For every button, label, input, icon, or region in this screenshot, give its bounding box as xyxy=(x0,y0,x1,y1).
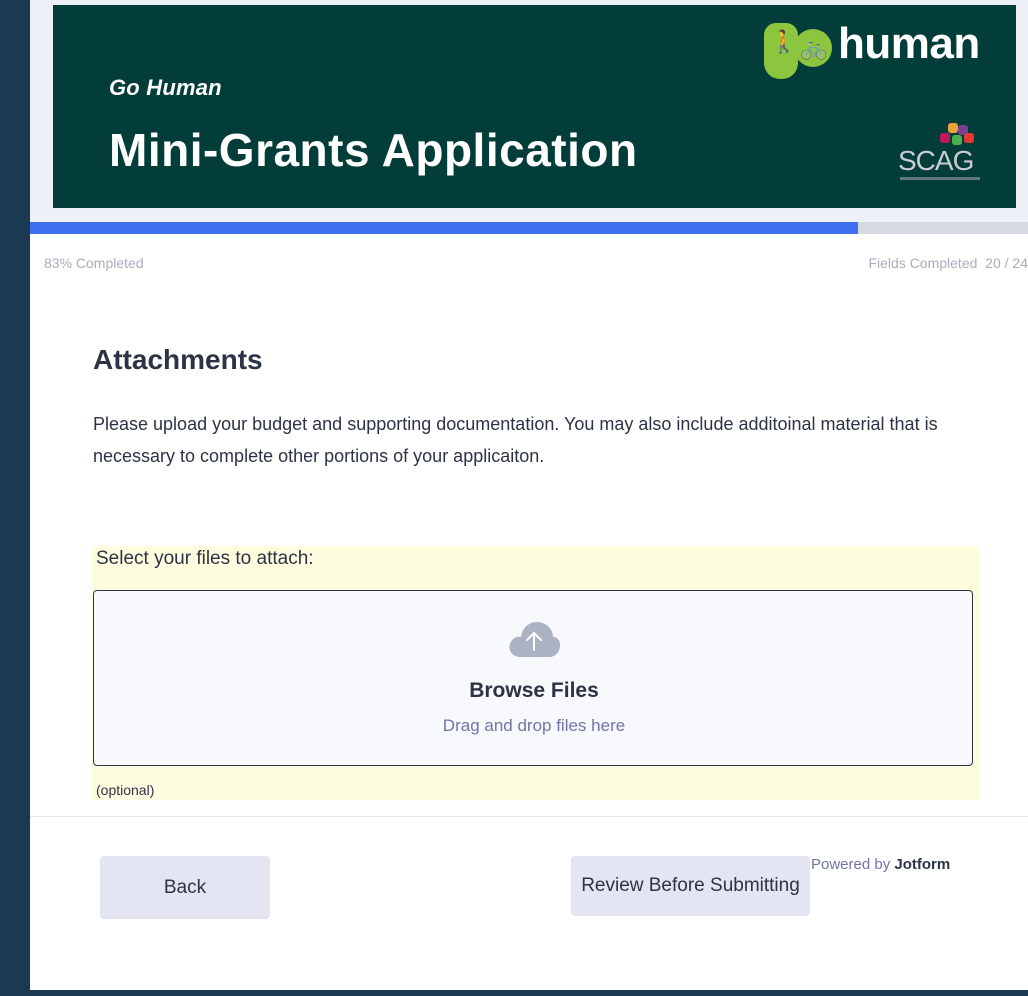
upload-label: Select your files to attach: xyxy=(96,548,314,569)
header-area: 🚶 🚲 human Go Human Mini-Grants Applicati… xyxy=(30,0,1028,222)
powered-by-text: Powered by xyxy=(811,856,891,873)
page-title: Mini-Grants Application xyxy=(109,124,638,176)
form-card: 83% Completed Fields Completed 20 / 24 A… xyxy=(30,234,1028,990)
logo-g-mark: 🚶 xyxy=(764,23,798,79)
progress-bar xyxy=(30,222,1028,234)
scag-logo: SCAG xyxy=(898,123,988,183)
percent-completed-label: 83% Completed xyxy=(44,255,144,271)
jotform-brand: Jotform xyxy=(894,856,951,873)
banner-subtitle: Go Human xyxy=(109,75,222,100)
file-upload-field: Select your files to attach: Browse File… xyxy=(92,546,980,800)
cloud-upload-icon xyxy=(509,622,561,657)
go-human-logo: 🚶 🚲 human xyxy=(764,19,1004,85)
scag-wordmark: SCAG xyxy=(898,145,974,176)
drag-drop-hint: Drag and drop files here xyxy=(442,716,626,735)
section-title: Attachments xyxy=(93,344,263,375)
progress-bar-fill xyxy=(30,222,859,234)
fields-completed-value: 20 / 24 xyxy=(985,255,1028,271)
review-before-submitting-button[interactable]: Review Before Submitting xyxy=(571,856,810,916)
optional-note: (optional) xyxy=(96,782,155,798)
fields-completed-text: Fields Completed xyxy=(868,255,978,271)
powered-by-jotform[interactable]: Powered by Jotform xyxy=(811,856,950,873)
scag-tagline xyxy=(900,177,980,180)
back-button[interactable]: Back xyxy=(100,856,270,919)
footer-divider xyxy=(30,816,1028,817)
section-description: Please upload your budget and supporting… xyxy=(93,414,938,466)
logo-o-mark: 🚲 xyxy=(794,29,832,67)
logo-wordmark: human xyxy=(838,19,980,68)
fields-completed-label: Fields Completed 20 / 24 xyxy=(868,255,1028,271)
bicycle-icon: 🚲 xyxy=(800,35,828,60)
header-banner: 🚶 🚲 human Go Human Mini-Grants Applicati… xyxy=(53,5,1016,208)
file-dropzone[interactable]: Browse Files Drag and drop files here xyxy=(93,590,973,766)
form-page: 🚶 🚲 human Go Human Mini-Grants Applicati… xyxy=(30,0,1028,990)
browse-files-link[interactable]: Browse Files xyxy=(94,679,974,703)
